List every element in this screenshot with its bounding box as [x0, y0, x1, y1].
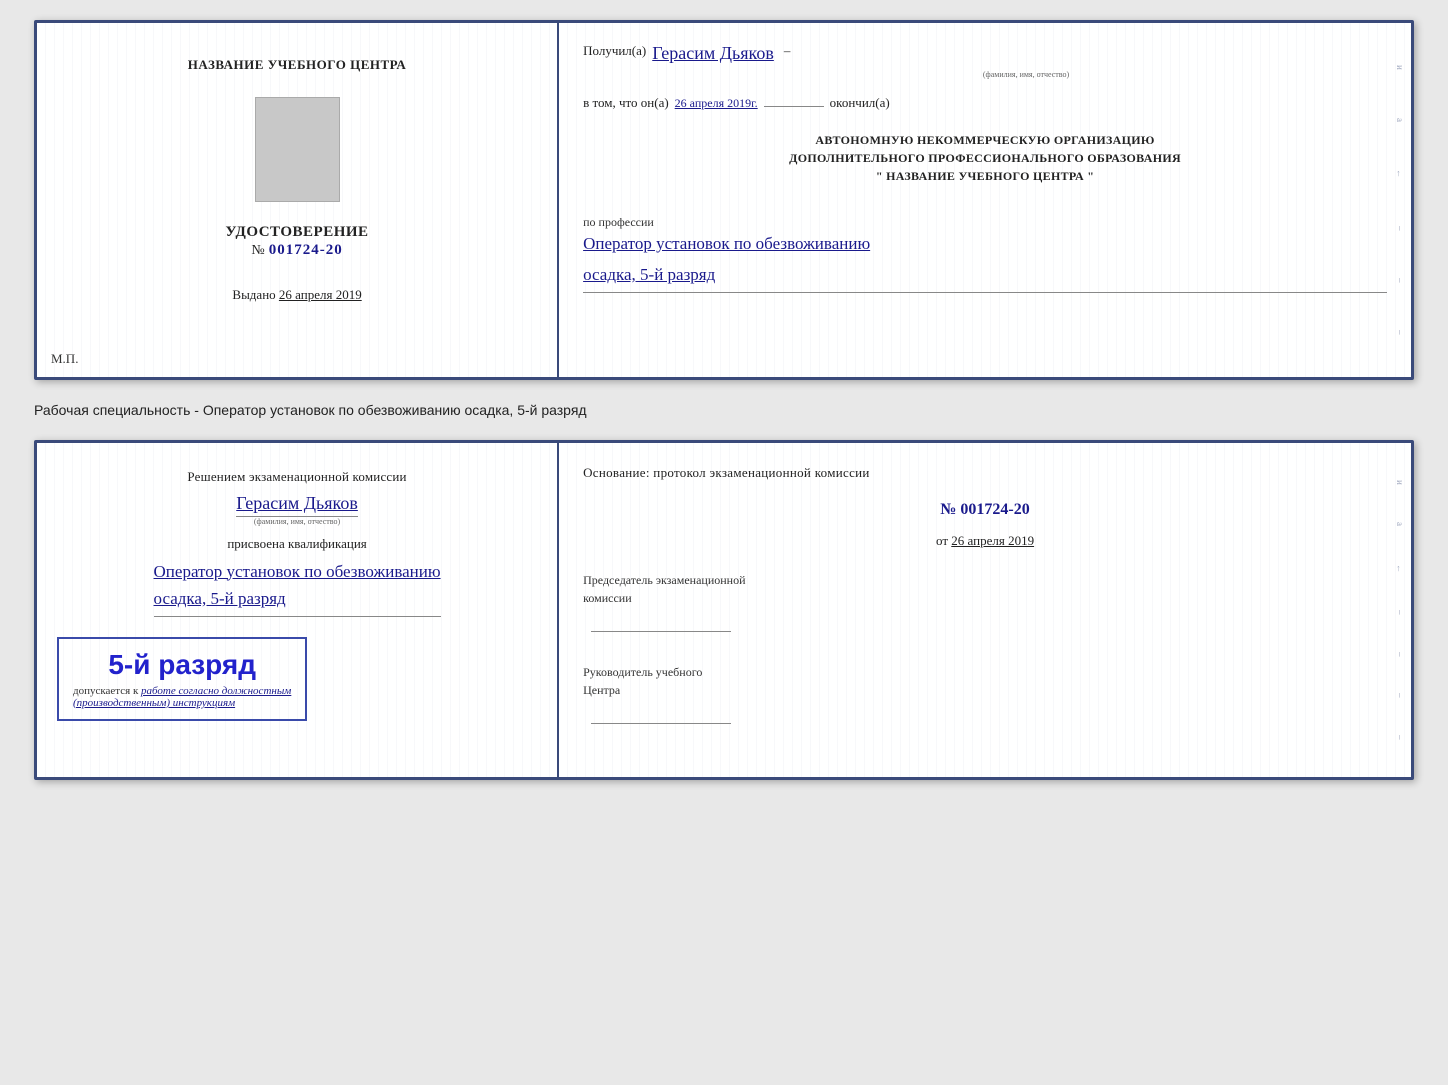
- cert1-okончil-label: окончил(а): [830, 95, 890, 111]
- cert1-number: 001724-20: [269, 242, 343, 258]
- cert1-vydano-label: Выдано: [232, 287, 275, 302]
- cert2-osnovanie: Основание: протокол экзаменационной коми…: [583, 463, 1387, 483]
- cert2-fio-sub: (фамилия, имя, отчество): [236, 517, 358, 526]
- cert2-date-value: 26 апреля 2019: [951, 533, 1034, 548]
- cert1-profession2: осадка, 5-й разряд: [583, 261, 1387, 293]
- cert2-ot-label: от: [936, 533, 948, 548]
- cert2-right-panel: Основание: протокол экзаменационной коми…: [559, 443, 1411, 777]
- cert2-decision-label: Решением экзаменационной комиссии: [187, 467, 406, 487]
- cert2-right-decoration: и а ← – – – –: [1395, 463, 1405, 757]
- cert2-fio-block: Герасим Дьяков (фамилия, имя, отчество): [236, 493, 358, 526]
- cert2-qualification-handwritten: Оператор установок по обезвоживанию осад…: [154, 558, 441, 617]
- cert2-number-handwritten: № 001724-20: [583, 501, 1387, 519]
- cert2-predsedatel-line2: комиссии: [583, 589, 1387, 607]
- cert1-received-label: Получил(а): [583, 43, 646, 59]
- cert1-vydano-date: 26 апреля 2019: [279, 287, 362, 302]
- cert2-rukovoditel-line1: Руководитель учебного: [583, 663, 1387, 681]
- cert1-mp-label: М.П.: [51, 351, 78, 367]
- cert1-org-block: АВТОНОМНУЮ НЕКОММЕРЧЕСКУЮ ОРГАНИЗАЦИЮ ДО…: [583, 131, 1387, 185]
- cert2-work-italic2: (производственным) инструкциям: [73, 697, 291, 709]
- cert1-org-line1: АВТОНОМНУЮ НЕКОММЕРЧЕСКУЮ ОРГАНИЗАЦИЮ: [583, 131, 1387, 149]
- cert2-qualification-box: 5-й разряд допускается к работе согласно…: [57, 627, 537, 721]
- cert1-profession1: Оператор установок по обезвоживанию: [583, 230, 1387, 257]
- cert1-fio-sub: (фамилия, имя, отчество): [665, 70, 1387, 79]
- cert2-rukovoditel-block: Руководитель учебного Центра: [583, 663, 1387, 731]
- cert2-big-rank: 5-й разряд: [73, 649, 291, 681]
- cert2-dopuskaetsya: допускается к работе согласно должностны…: [73, 685, 291, 697]
- cert2-predsedatel-block: Председатель экзаменационной комиссии: [583, 571, 1387, 639]
- cert2-date-row: от 26 апреля 2019: [583, 533, 1387, 549]
- cert2-qual1: Оператор установок по обезвоживанию: [154, 558, 441, 585]
- page-wrapper: НАЗВАНИЕ УЧЕБНОГО ЦЕНТРА УДОСТОВЕРЕНИЕ №…: [34, 20, 1414, 780]
- cert1-left-panel: НАЗВАНИЕ УЧЕБНОГО ЦЕНТРА УДОСТОВЕРЕНИЕ №…: [37, 23, 559, 377]
- cert2-left-panel: Решением экзаменационной комиссии Гераси…: [37, 443, 559, 777]
- cert2-predsedatel-line1: Председатель экзаменационной: [583, 571, 1387, 589]
- cert1-po-professii: по профессии: [583, 215, 1387, 230]
- cert2-qual2: осадка, 5-й разряд: [154, 585, 441, 617]
- cert2-predsedatel-sig-line: [591, 631, 731, 632]
- cert1-dash: –: [784, 43, 791, 59]
- cert1-right-decoration: и а ← – – –: [1395, 43, 1405, 357]
- cert1-org-line3: " НАЗВАНИЕ УЧЕБНОГО ЦЕНТРА ": [583, 167, 1387, 185]
- cert1-vtom-label: в том, что он(а): [583, 95, 669, 111]
- cert1-number-prefix: №: [251, 243, 264, 258]
- cert1-photo: [255, 97, 340, 202]
- cert1-org-line2: ДОПОЛНИТЕЛЬНОГО ПРОФЕССИОНАЛЬНОГО ОБРАЗО…: [583, 149, 1387, 167]
- cert2-prisvoyena: присвоена квалификация: [227, 536, 366, 552]
- cert1-school-name: НАЗВАНИЕ УЧЕБНОГО ЦЕНТРА: [188, 57, 407, 73]
- cert1-vydano-row: Выдано 26 апреля 2019: [232, 287, 361, 303]
- cert1-udostoverenie-label: УДОСТОВЕРЕНИЕ: [226, 224, 369, 241]
- cert1-fio-handwritten: Герасим Дьяков: [652, 43, 774, 64]
- separator-label: Рабочая специальность - Оператор установ…: [34, 398, 1414, 422]
- cert2-dopuskaetsya-label: допускается к: [73, 685, 138, 697]
- cert1-center: УДОСТОВЕРЕНИЕ № 001724-20: [226, 224, 369, 259]
- cert1-received-row: Получил(а) Герасим Дьяков –: [583, 43, 1387, 64]
- cert1-right-panel: Получил(а) Герасим Дьяков – (фамилия, им…: [559, 23, 1411, 377]
- certificate-top: НАЗВАНИЕ УЧЕБНОГО ЦЕНТРА УДОСТОВЕРЕНИЕ №…: [34, 20, 1414, 380]
- cert1-dash-line: [764, 106, 824, 107]
- cert2-rukovoditel-sig-line: [591, 723, 731, 724]
- cert1-vtom-row: в том, что он(а) 26 апреля 2019г. окончи…: [583, 95, 1387, 111]
- cert2-work-italic1: работе согласно должностным: [141, 685, 291, 697]
- cert1-date-handwritten: 26 апреля 2019г.: [675, 96, 758, 111]
- certificate-bottom: Решением экзаменационной комиссии Гераси…: [34, 440, 1414, 780]
- cert1-profession-block: по профессии Оператор установок по обезв…: [583, 209, 1387, 293]
- cert2-rukovoditel-line2: Центра: [583, 681, 1387, 699]
- cert2-fio-handwritten: Герасим Дьяков: [236, 493, 358, 517]
- cert2-rank-box: 5-й разряд допускается к работе согласно…: [57, 637, 307, 721]
